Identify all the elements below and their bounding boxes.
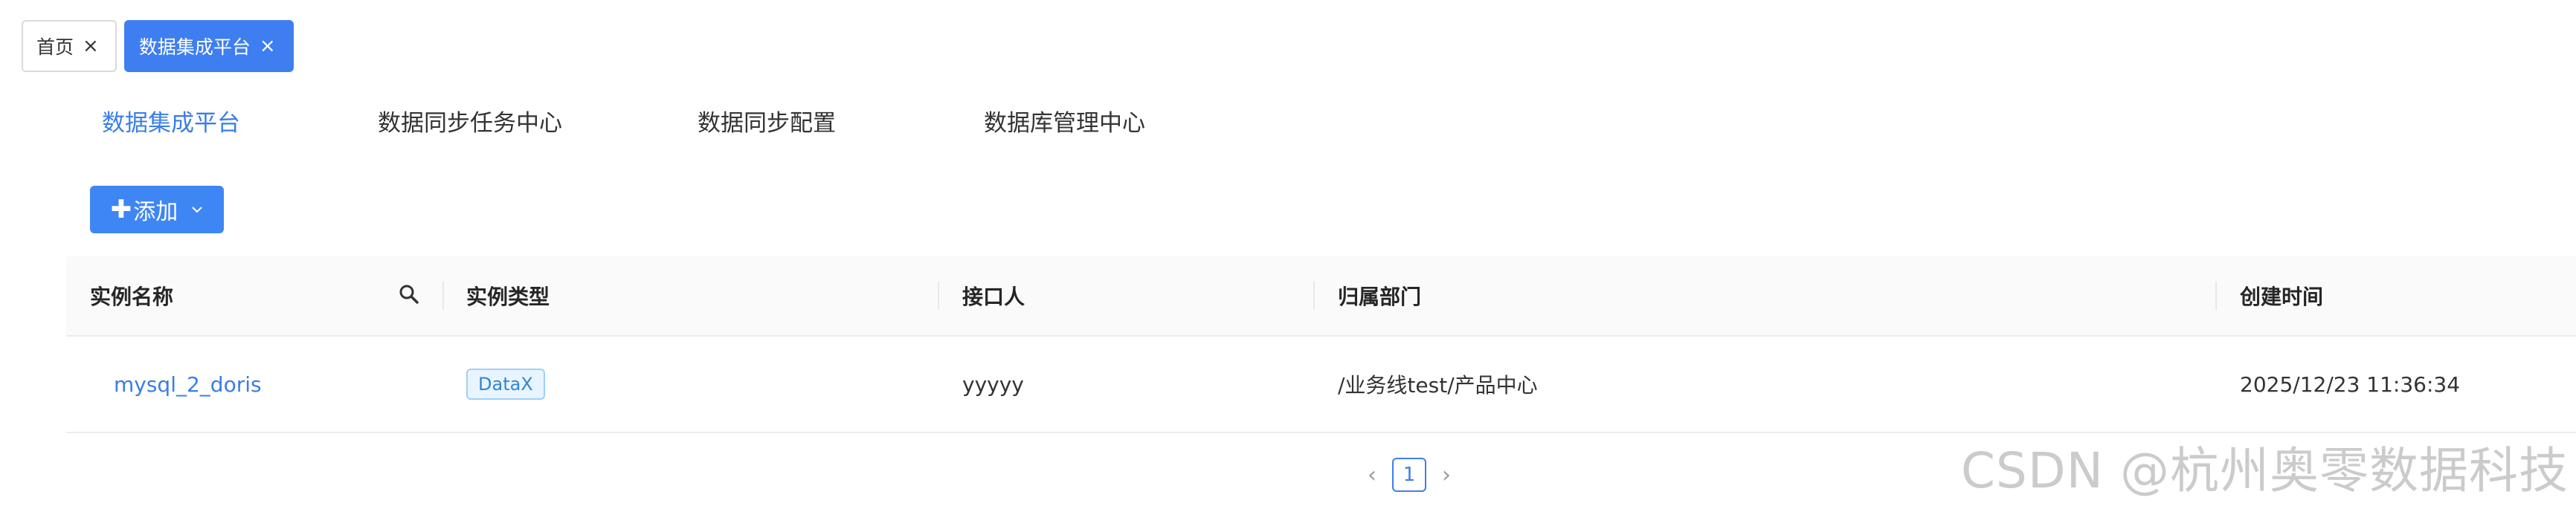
- tag-data-integration-label: 数据集成平台: [138, 36, 251, 58]
- column-header-instance-type: 实例类型: [466, 285, 550, 309]
- plus-icon: ✚: [110, 195, 132, 224]
- instance-type-cell: DataX: [466, 337, 545, 432]
- created-time-cell: 2025/12/23 11:36:34: [2240, 372, 2461, 397]
- instance-type-badge: DataX: [466, 369, 545, 400]
- contact-cell: yyyyy: [962, 372, 1024, 397]
- tag-home-label: 首页: [36, 36, 74, 58]
- tag-home[interactable]: 首页 ×: [22, 20, 117, 72]
- sub-navigation: 数据集成平台 数据同步任务中心 数据同步配置 数据库管理中心: [0, 97, 2576, 149]
- close-icon[interactable]: ×: [83, 36, 99, 56]
- search-icon[interactable]: [398, 283, 420, 305]
- column-divider: [1313, 282, 1315, 310]
- next-page-button[interactable]: ›: [1435, 462, 1458, 488]
- pagination: ‹ 1 ›: [1361, 456, 1458, 493]
- column-header-contact: 接口人: [962, 285, 1025, 309]
- instance-table: 实例名称 实例类型 接口人 归属部门 创建时间 mysql_2_doris Da…: [66, 256, 2576, 433]
- watermark: CSDN @杭州奥零数据科技: [1960, 442, 2569, 499]
- table-row: mysql_2_doris DataX yyyyy /业务线test/产品中心 …: [66, 337, 2576, 433]
- column-divider: [442, 282, 444, 310]
- table-header: 实例名称 实例类型 接口人 归属部门 创建时间: [66, 256, 2576, 337]
- column-divider: [938, 282, 939, 310]
- add-button-label: 添加: [133, 199, 178, 225]
- subnav-item-integration-platform[interactable]: 数据集成平台: [102, 104, 240, 137]
- page-1-button[interactable]: 1: [1392, 458, 1426, 492]
- prev-page-button[interactable]: ‹: [1361, 462, 1383, 488]
- close-icon[interactable]: ×: [260, 36, 276, 56]
- add-button[interactable]: ✚ 添加: [90, 186, 224, 233]
- tag-bar: 首页 × 数据集成平台 ×: [22, 20, 294, 74]
- instance-name-link[interactable]: mysql_2_doris: [114, 337, 262, 432]
- chevron-down-icon: [192, 207, 202, 213]
- subnav-item-sync-task-center[interactable]: 数据同步任务中心: [378, 104, 562, 137]
- tag-data-integration[interactable]: 数据集成平台 ×: [123, 20, 294, 72]
- column-header-instance-name: 实例名称: [90, 285, 174, 309]
- column-header-department: 归属部门: [1338, 285, 1422, 309]
- department-cell: /业务线test/产品中心: [1338, 373, 1538, 398]
- column-divider: [2215, 282, 2217, 310]
- subnav-item-database-management[interactable]: 数据库管理中心: [984, 104, 1145, 137]
- column-header-created-time: 创建时间: [2240, 285, 2324, 309]
- subnav-item-sync-config[interactable]: 数据同步配置: [698, 104, 836, 137]
